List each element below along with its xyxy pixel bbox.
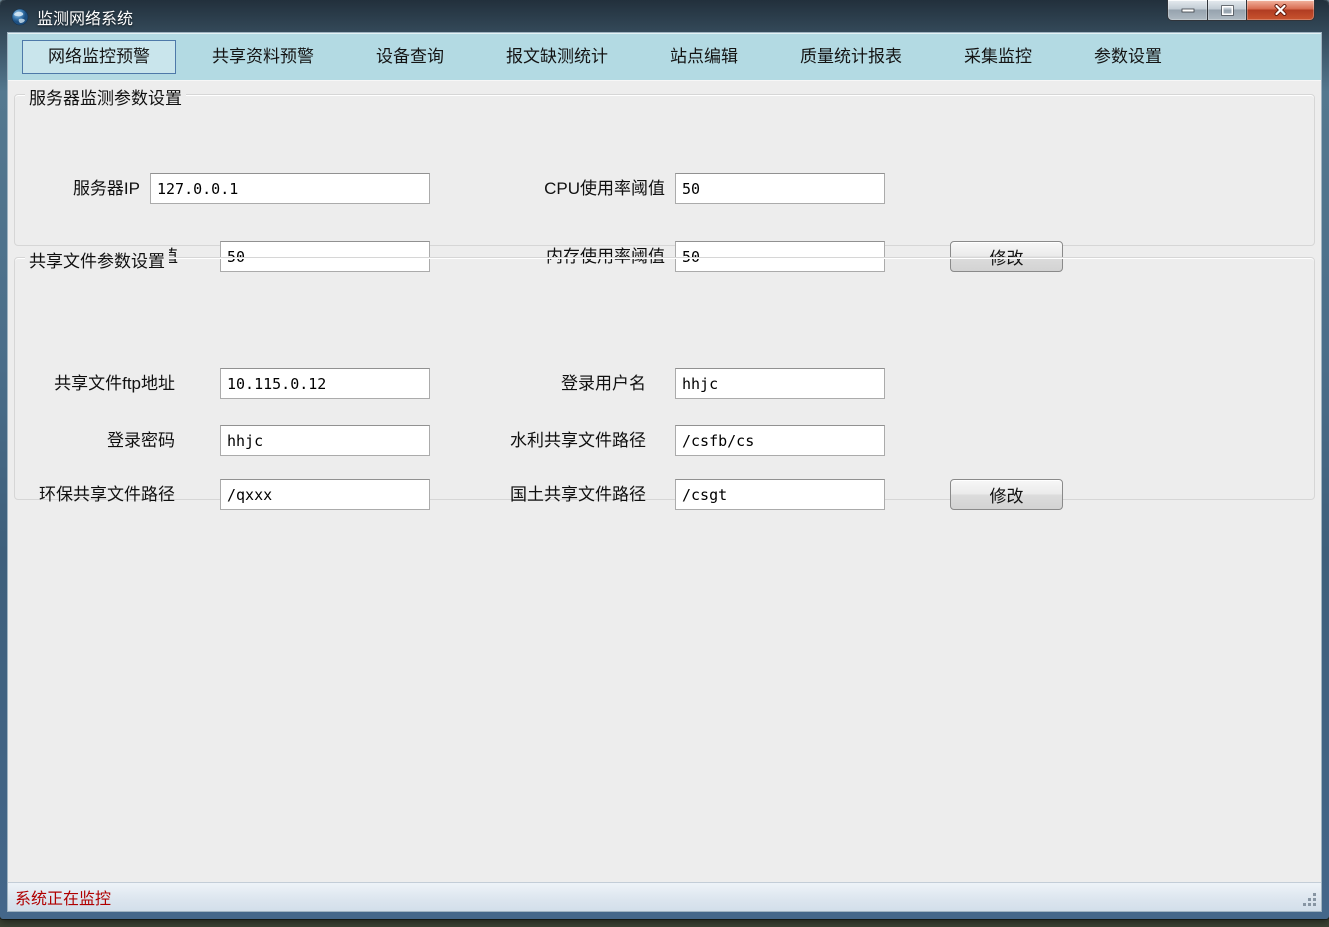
tab-message-missing-stats[interactable]: 报文缺测统计 xyxy=(480,40,634,74)
close-icon xyxy=(1274,4,1287,16)
resize-grip[interactable] xyxy=(1313,903,1316,906)
window-title: 监测网络系统 xyxy=(37,5,133,29)
tab-shared-data-warning[interactable]: 共享资料预警 xyxy=(186,40,340,74)
tab-bar: 网络监控预警 共享资料预警 设备查询 报文缺测统计 站点编辑 质量统计报表 采集… xyxy=(8,33,1321,80)
tab-network-monitor-warning[interactable]: 网络监控预警 xyxy=(22,40,176,74)
close-button[interactable] xyxy=(1247,0,1315,21)
tab-device-query[interactable]: 设备查询 xyxy=(350,40,470,74)
share-params-group-title: 共享文件参数设置 xyxy=(25,247,169,272)
status-message: 系统正在监控 xyxy=(15,885,111,909)
land-share-path-label: 国土共享文件路径 xyxy=(468,479,646,510)
cpu-threshold-input[interactable] xyxy=(675,173,885,204)
cpu-threshold-label: CPU使用率阈值 xyxy=(468,173,665,204)
minimize-button[interactable] xyxy=(1167,0,1207,21)
land-share-path-input[interactable] xyxy=(675,479,885,510)
env-share-path-input[interactable] xyxy=(220,479,430,510)
server-params-groupbox: 服务器监测参数设置 xyxy=(14,94,1315,246)
share-params-groupbox: 共享文件参数设置 xyxy=(14,257,1315,500)
tab-page-network-monitor: 服务器监测参数设置 服务器IP CPU使用率阈值 磁盘空间阈值 内存使用率阈值 … xyxy=(8,80,1321,882)
server-ip-input[interactable] xyxy=(150,173,430,204)
tab-quality-report[interactable]: 质量统计报表 xyxy=(774,40,928,74)
minimize-icon xyxy=(1181,8,1195,13)
ftp-address-input[interactable] xyxy=(220,368,430,399)
globe-icon xyxy=(11,8,29,26)
login-username-label: 登录用户名 xyxy=(468,368,646,399)
env-share-path-label: 环保共享文件路径 xyxy=(14,479,175,510)
tab-station-edit[interactable]: 站点编辑 xyxy=(644,40,764,74)
status-bar: 系统正在监控 xyxy=(8,882,1321,911)
share-modify-button[interactable]: 修改 xyxy=(950,479,1063,510)
water-share-path-input[interactable] xyxy=(675,425,885,456)
login-username-input[interactable] xyxy=(675,368,885,399)
ftp-address-label: 共享文件ftp地址 xyxy=(14,368,175,399)
tab-parameter-settings[interactable]: 参数设置 xyxy=(1068,40,1188,74)
caption-button-group xyxy=(1167,0,1315,21)
app-window: 监测网络系统 网络监控预警 共享资料预警 设备查询 报文缺测统计 站点编辑 质量… xyxy=(0,0,1329,919)
client-area: 网络监控预警 共享资料预警 设备查询 报文缺测统计 站点编辑 质量统计报表 采集… xyxy=(8,33,1321,911)
title-bar[interactable]: 监测网络系统 xyxy=(0,0,1329,33)
tab-collection-monitor[interactable]: 采集监控 xyxy=(938,40,1058,74)
server-params-group-title: 服务器监测参数设置 xyxy=(25,84,186,109)
water-share-path-label: 水利共享文件路径 xyxy=(468,425,646,456)
maximize-icon xyxy=(1221,5,1234,16)
server-ip-label: 服务器IP xyxy=(14,173,140,204)
login-password-input[interactable] xyxy=(220,425,430,456)
login-password-label: 登录密码 xyxy=(14,425,175,456)
maximize-button[interactable] xyxy=(1207,0,1247,21)
